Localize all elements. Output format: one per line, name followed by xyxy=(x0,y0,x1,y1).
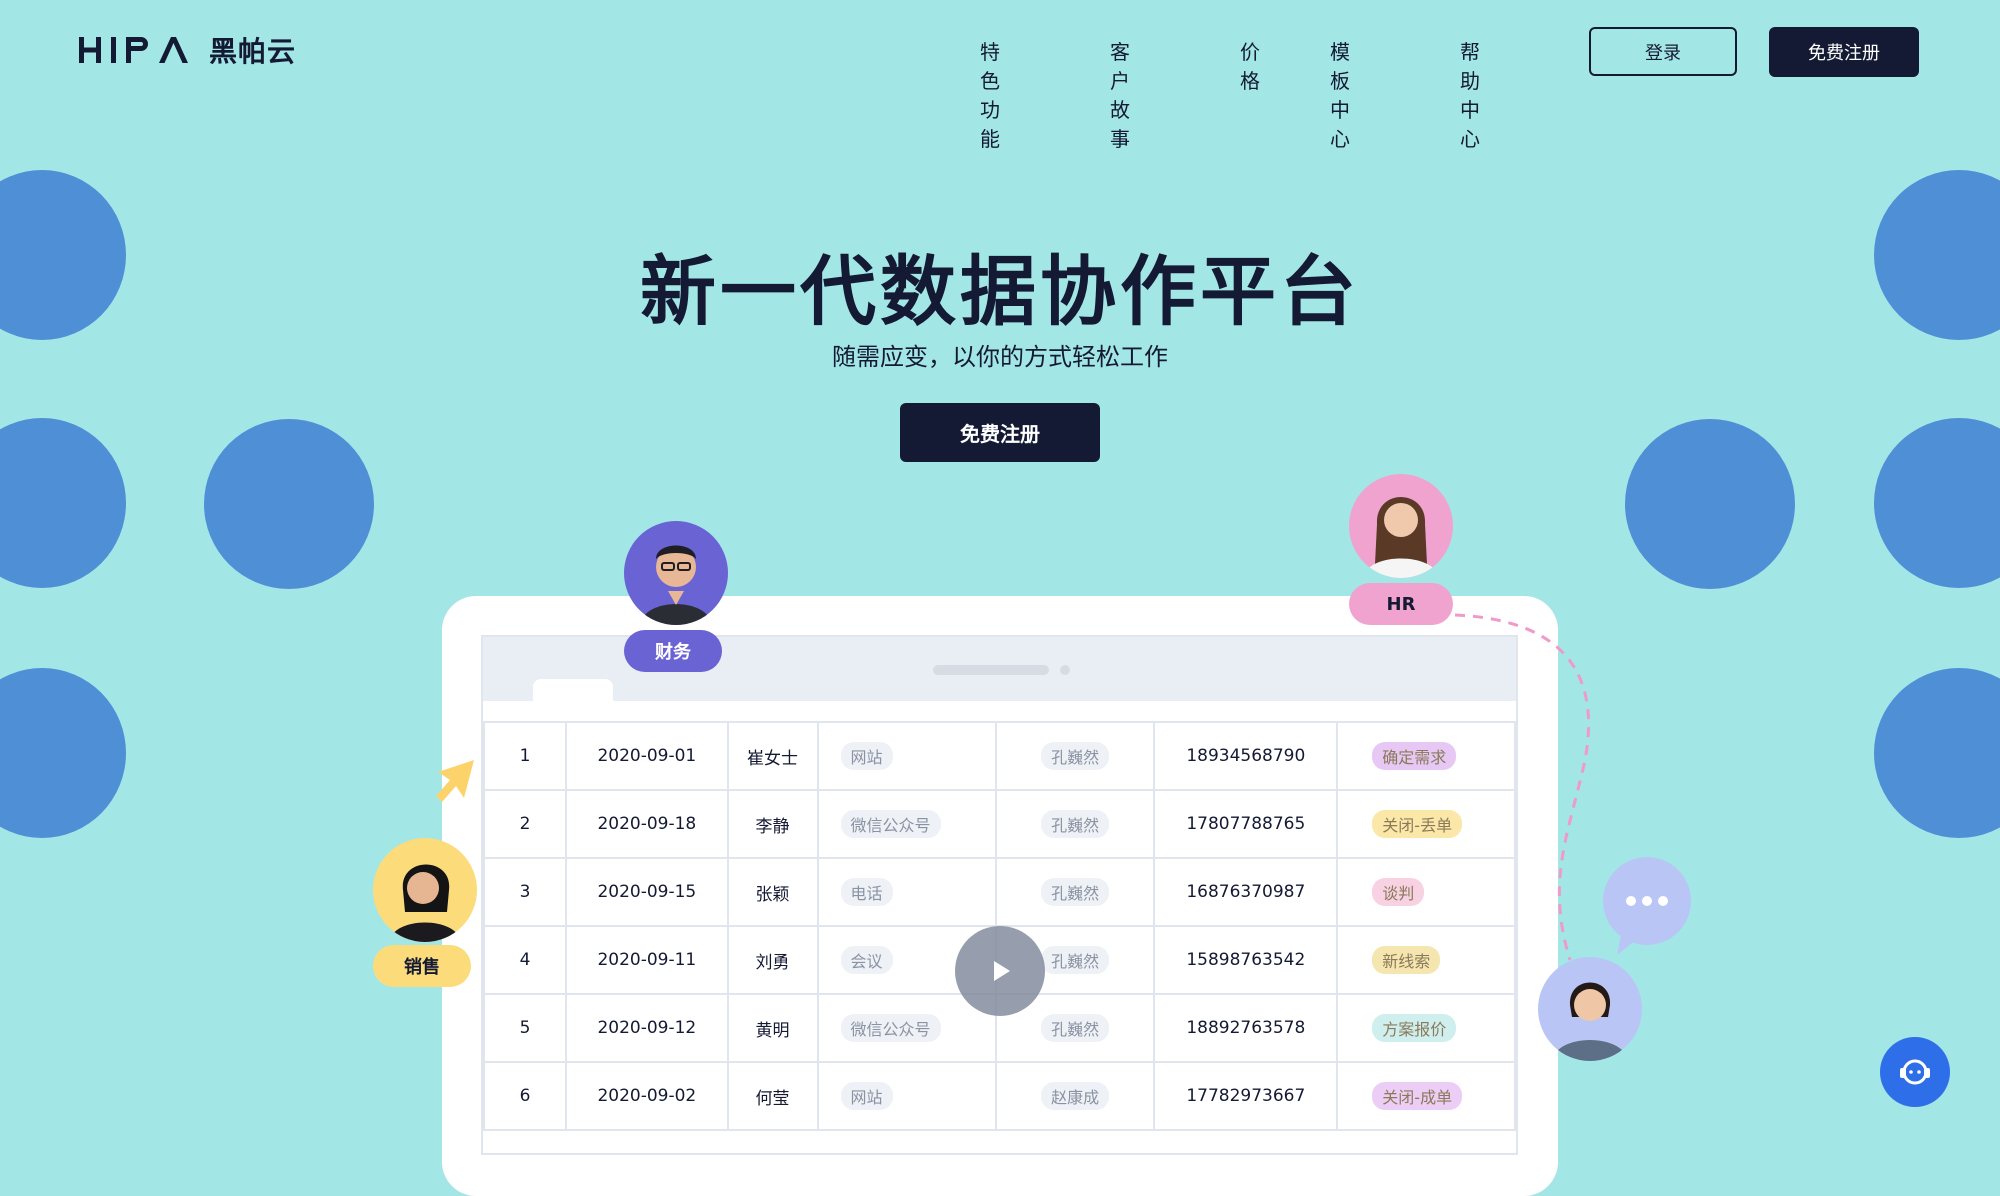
owner-tag: 孔巍然 xyxy=(1041,810,1110,838)
decor-circle xyxy=(204,419,374,589)
status-tag: 确定需求 xyxy=(1372,742,1457,770)
table-cell: 4 xyxy=(482,925,568,995)
table-row[interactable]: 2 2020-09-18 李静 微信公众号 孔巍然 17807788765 关闭-丢单 xyxy=(482,789,1516,859)
decor-circle xyxy=(0,418,126,588)
customer-avatar xyxy=(1538,957,1642,1061)
dashed-connector xyxy=(1454,613,1591,961)
decor-circle xyxy=(1625,419,1795,589)
nav-item-help-center[interactable]: 帮助中心 xyxy=(1460,36,1480,152)
sheet-toolbar-bar xyxy=(933,665,1049,675)
status-tag: 方案报价 xyxy=(1372,1014,1457,1042)
table-cell: 崔女士 xyxy=(726,721,819,791)
table-cell: 6 xyxy=(482,1061,568,1131)
source-tag: 微信公众号 xyxy=(840,1014,941,1042)
finance-role-label: 财务 xyxy=(624,630,722,672)
table-cell: 孔巍然 xyxy=(995,721,1156,791)
table-cell: 方案报价 xyxy=(1336,993,1516,1063)
owner-tag: 孔巍然 xyxy=(1041,742,1110,770)
owner-tag: 赵康成 xyxy=(1041,1082,1110,1110)
table-cell: 17807788765 xyxy=(1153,789,1339,859)
table-cell: 16876370987 xyxy=(1153,857,1339,927)
hero-title: 新一代数据协作平台 xyxy=(640,247,1360,336)
source-tag: 电话 xyxy=(840,878,893,906)
table-cell: 2020-09-11 xyxy=(565,925,729,995)
table-cell: 18892763578 xyxy=(1153,993,1339,1063)
table-cell: 孔巍然 xyxy=(995,789,1156,859)
customer-service-button[interactable] xyxy=(1880,1037,1950,1107)
play-icon xyxy=(994,961,1010,981)
table-cell: 2020-09-12 xyxy=(565,993,729,1063)
table-cell: 黄明 xyxy=(726,993,819,1063)
table-cell: 刘勇 xyxy=(726,925,819,995)
sheet-tab xyxy=(533,679,613,701)
status-tag: 谈判 xyxy=(1372,878,1425,906)
owner-tag: 孔巍然 xyxy=(1041,946,1110,974)
signup-button[interactable]: 免费注册 xyxy=(1769,27,1919,77)
spreadsheet-preview: 1 2020-09-01 崔女士 网站 孔巍然 18934568790 确定需求 2 2020-… xyxy=(481,635,1518,1155)
table-cell: 2020-09-02 xyxy=(565,1061,729,1131)
table-cell: 网站 xyxy=(816,1061,998,1131)
table-cell: 2020-09-01 xyxy=(565,721,729,791)
status-tag: 关闭-成单 xyxy=(1372,1082,1463,1110)
table-cell: 电话 xyxy=(816,857,998,927)
customer-service-icon xyxy=(1900,1059,1930,1085)
table-cell: 15898763542 xyxy=(1153,925,1339,995)
table-cell: 2 xyxy=(482,789,568,859)
login-button[interactable]: 登录 xyxy=(1589,27,1737,76)
table-cell: 关闭-成单 xyxy=(1336,1061,1516,1131)
hipa-logo-mark xyxy=(79,37,188,63)
play-video-button[interactable] xyxy=(955,926,1045,1016)
sales-avatar xyxy=(373,838,477,942)
owner-tag: 孔巍然 xyxy=(1041,1014,1110,1042)
table-row[interactable]: 6 2020-09-02 何莹 网站 赵康成 17782973667 关闭-成单 xyxy=(482,1061,1516,1131)
table-cell: 1 xyxy=(482,721,568,791)
table-row[interactable]: 1 2020-09-01 崔女士 网站 孔巍然 18934568790 确定需求 xyxy=(482,721,1516,791)
owner-tag: 孔巍然 xyxy=(1041,878,1110,906)
logo[interactable]: 黑帕云 xyxy=(79,30,296,70)
table-cell: 3 xyxy=(482,857,568,927)
finance-avatar xyxy=(624,521,728,625)
source-tag: 网站 xyxy=(840,1082,893,1110)
table-row[interactable]: 3 2020-09-15 张颖 电话 孔巍然 16876370987 谈判 xyxy=(482,857,1516,927)
nav-item-templates[interactable]: 模板中心 xyxy=(1330,36,1350,152)
status-tag: 新线索 xyxy=(1372,946,1441,974)
hr-avatar xyxy=(1349,474,1453,578)
cursor-arrow-icon xyxy=(436,760,474,802)
sales-role-label: 销售 xyxy=(373,945,471,987)
table-cell: 孔巍然 xyxy=(995,857,1156,927)
nav-item-pricing[interactable]: 价格 xyxy=(1240,36,1260,94)
table-cell: 5 xyxy=(482,993,568,1063)
hero-signup-button[interactable]: 免费注册 xyxy=(900,403,1100,462)
table-cell: 2020-09-18 xyxy=(565,789,729,859)
brand-name: 黑帕云 xyxy=(209,35,297,68)
source-tag: 微信公众号 xyxy=(840,810,941,838)
table-cell: 2020-09-15 xyxy=(565,857,729,927)
table-cell: 李静 xyxy=(726,789,819,859)
table-cell: 赵康成 xyxy=(995,1061,1156,1131)
decor-circle xyxy=(1874,668,2000,838)
table-cell: 17782973667 xyxy=(1153,1061,1339,1131)
decor-circle xyxy=(1874,418,2000,588)
decor-circle xyxy=(0,668,126,838)
table-cell: 微信公众号 xyxy=(816,789,998,859)
hero-subtitle: 随需应变，以你的方式轻松工作 xyxy=(832,343,1168,371)
source-tag: 会议 xyxy=(840,946,893,974)
table-cell: 张颖 xyxy=(726,857,819,927)
status-tag: 关闭-丢单 xyxy=(1372,810,1463,838)
chat-bubble-icon xyxy=(1603,857,1691,955)
table-cell: 网站 xyxy=(816,721,998,791)
table-cell: 18934568790 xyxy=(1153,721,1339,791)
hr-role-label: HR xyxy=(1349,583,1453,625)
source-tag: 网站 xyxy=(840,742,893,770)
nav-item-customer-stories[interactable]: 客户故事 xyxy=(1110,36,1130,152)
sheet-toolbar-dot xyxy=(1060,665,1070,675)
table-cell: 何莹 xyxy=(726,1061,819,1131)
nav-item-features[interactable]: 特色功能 xyxy=(980,36,1000,152)
